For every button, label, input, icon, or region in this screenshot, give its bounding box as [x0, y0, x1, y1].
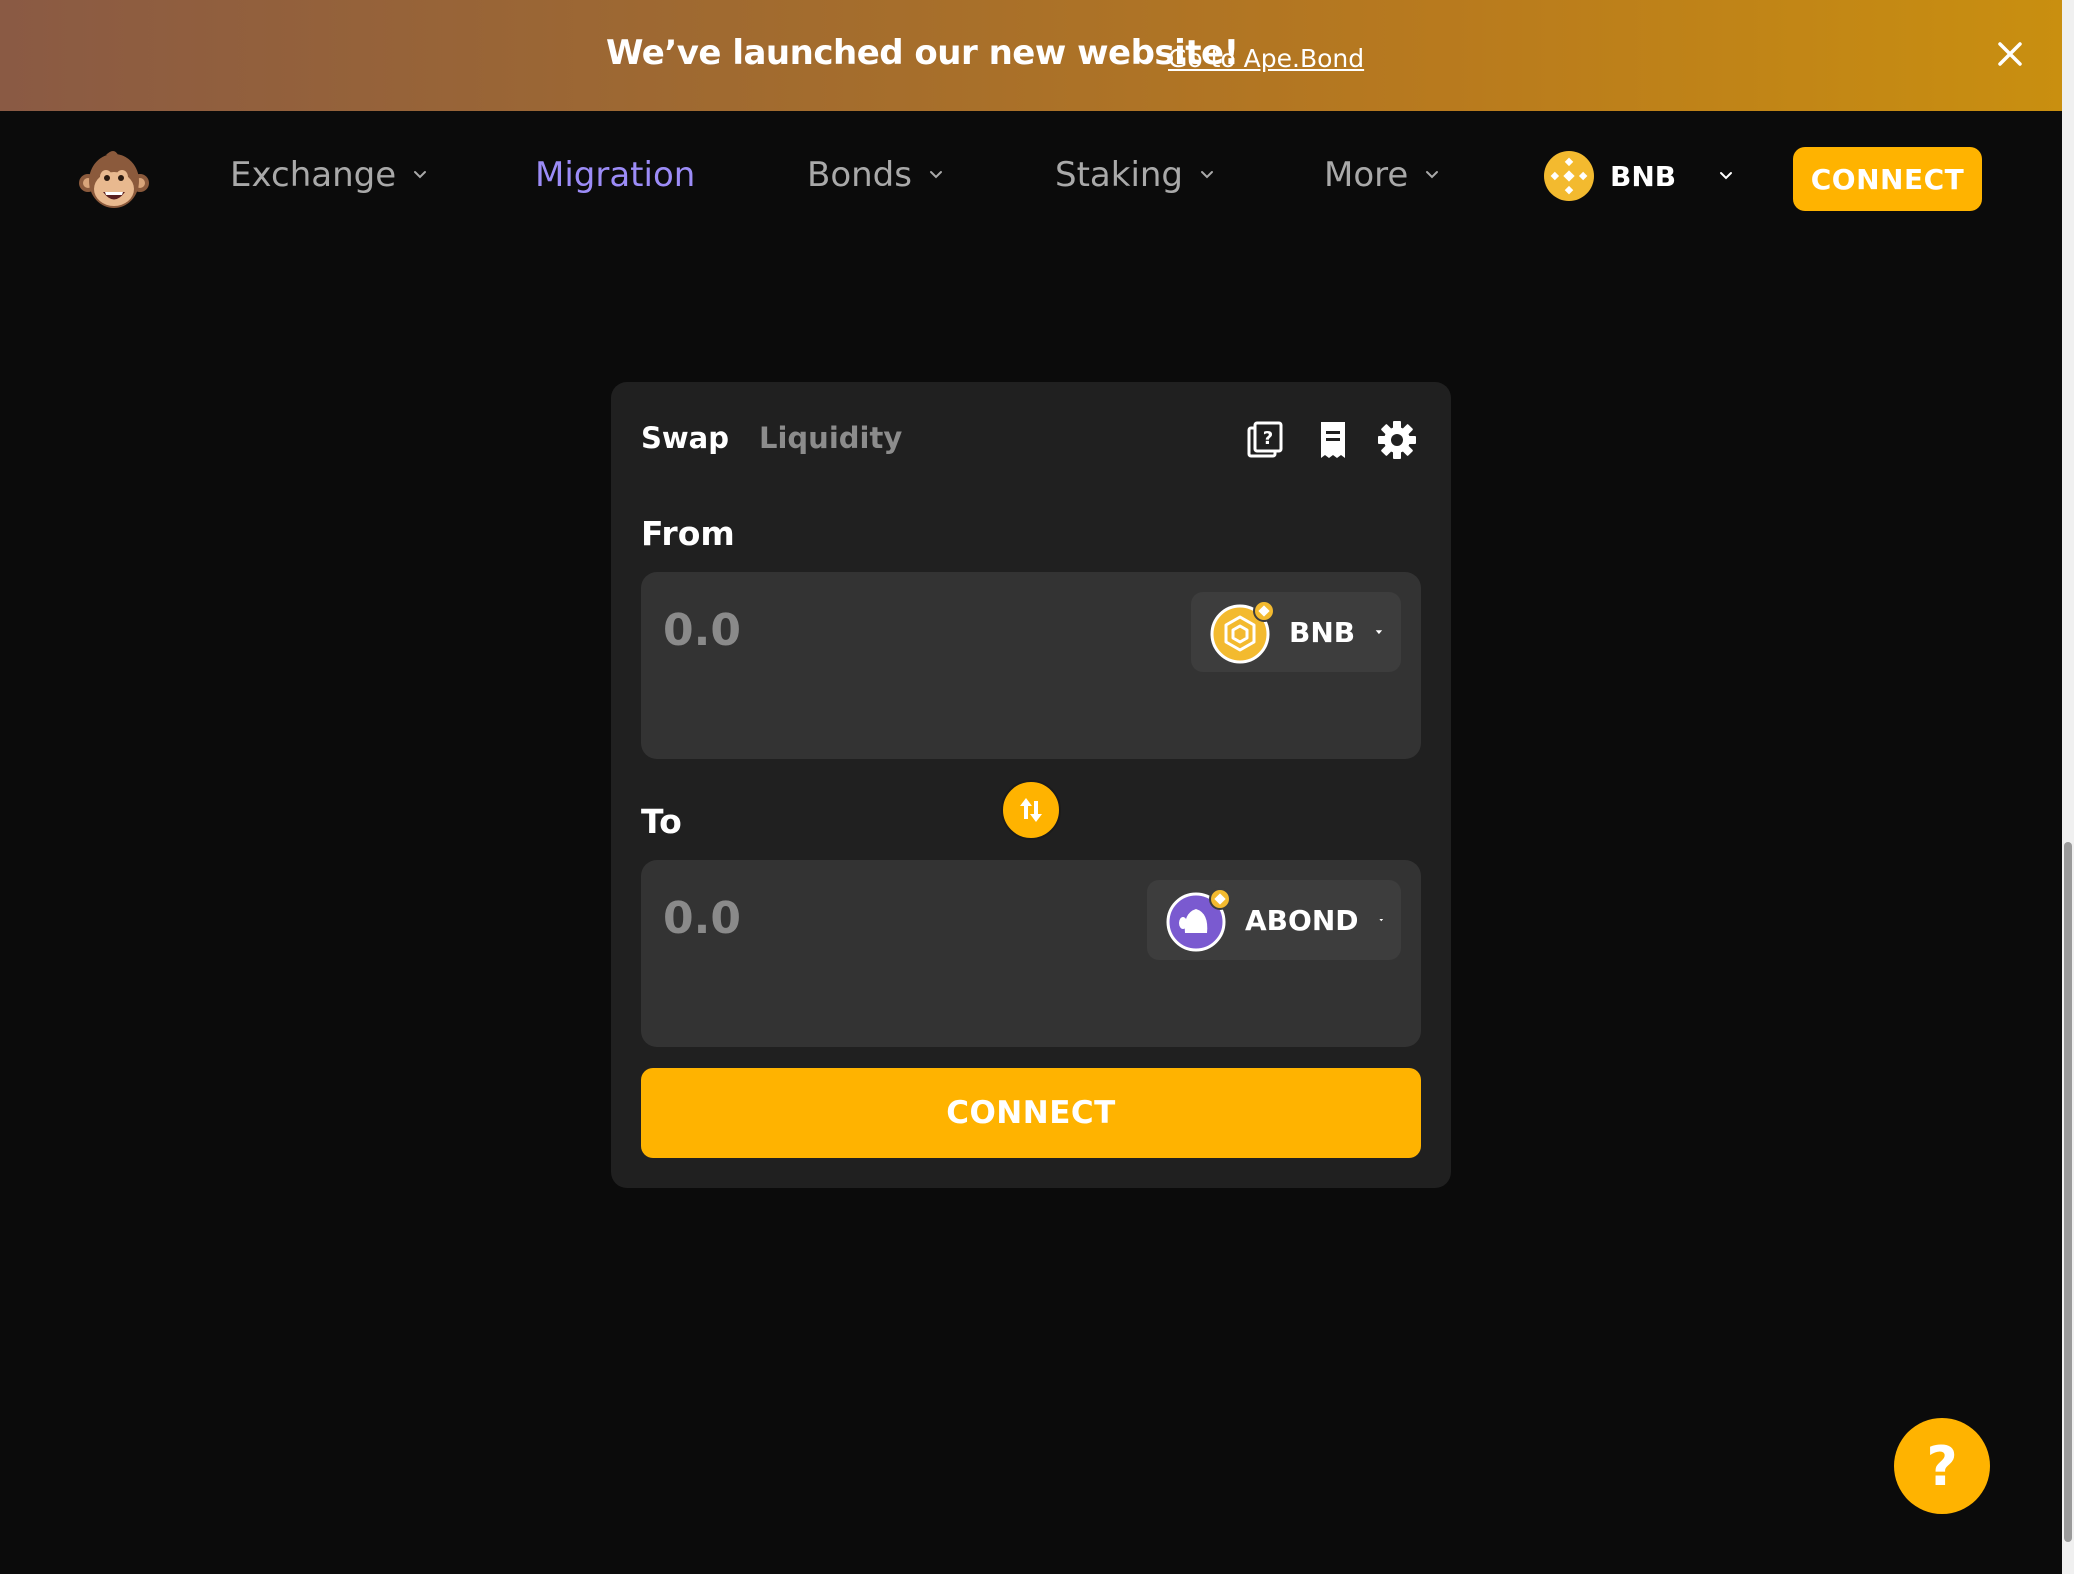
from-panel: BNB [641, 572, 1421, 759]
nav-more[interactable]: More [1324, 155, 1440, 195]
nav-exchange-label: Exchange [230, 155, 397, 195]
help-button[interactable]: ? [1894, 1418, 1990, 1514]
announcement-banner: We’ve launched our new website! Go to Ap… [0, 0, 2062, 111]
tab-swap[interactable]: Swap [641, 421, 729, 455]
nav-staking-label: Staking [1055, 155, 1184, 195]
network-selector[interactable]: BNB [1544, 151, 1734, 201]
to-panel: ABOND [641, 860, 1421, 1047]
tab-liquidity[interactable]: Liquidity [759, 421, 902, 455]
banner-link[interactable]: Go to Ape.Bond [1168, 44, 1364, 73]
monkey-logo-icon[interactable] [78, 145, 150, 217]
banner-message: We’ve launched our new website! [606, 33, 1239, 73]
connect-button[interactable]: CONNECT [1793, 147, 1982, 211]
bnb-icon [1544, 151, 1594, 201]
svg-text:?: ? [1263, 428, 1273, 449]
network-label: BNB [1610, 159, 1677, 193]
from-token-name: BNB [1289, 615, 1356, 649]
swap-arrows-icon [1020, 798, 1042, 822]
gear-icon[interactable] [1377, 420, 1417, 460]
nav-migration[interactable]: Migration [535, 155, 695, 195]
caret-down-icon [1378, 918, 1383, 922]
chevron-down-icon [1720, 172, 1733, 180]
help-book-icon[interactable]: ? [1245, 420, 1285, 460]
abond-token-icon [1166, 888, 1231, 952]
swap-connect-button[interactable]: CONNECT [641, 1068, 1421, 1158]
to-token-name: ABOND [1245, 903, 1359, 937]
chevron-down-icon [414, 171, 427, 179]
navbar: Exchange Migration Bonds Staking More BN… [0, 111, 2062, 247]
nav-more-label: More [1324, 155, 1409, 195]
nav-migration-label: Migration [535, 155, 696, 195]
close-icon[interactable] [1994, 38, 2026, 70]
chevron-down-icon [1426, 171, 1439, 179]
scrollbar-thumb[interactable] [2064, 842, 2072, 1542]
swap-direction-button[interactable] [1001, 780, 1061, 840]
to-token-select[interactable]: ABOND [1147, 880, 1401, 960]
to-amount-input[interactable] [661, 888, 1061, 948]
chevron-down-icon [1201, 171, 1214, 179]
from-label: From [641, 514, 735, 553]
nav-exchange[interactable]: Exchange [230, 155, 428, 195]
receipt-icon[interactable] [1313, 420, 1353, 460]
nav-bonds-label: Bonds [807, 155, 912, 195]
to-label: To [641, 802, 682, 841]
bnb-token-icon [1210, 600, 1275, 664]
nav-staking[interactable]: Staking [1055, 155, 1215, 195]
swap-card: Swap Liquidity ? From 0.0 BNB To 0.0 ABO… [611, 382, 1451, 1188]
from-token-select[interactable]: BNB [1191, 592, 1401, 672]
nav-bonds[interactable]: Bonds [807, 155, 944, 195]
chevron-down-icon [929, 171, 942, 179]
caret-down-icon [1375, 630, 1383, 635]
from-amount-input[interactable] [661, 600, 1061, 660]
